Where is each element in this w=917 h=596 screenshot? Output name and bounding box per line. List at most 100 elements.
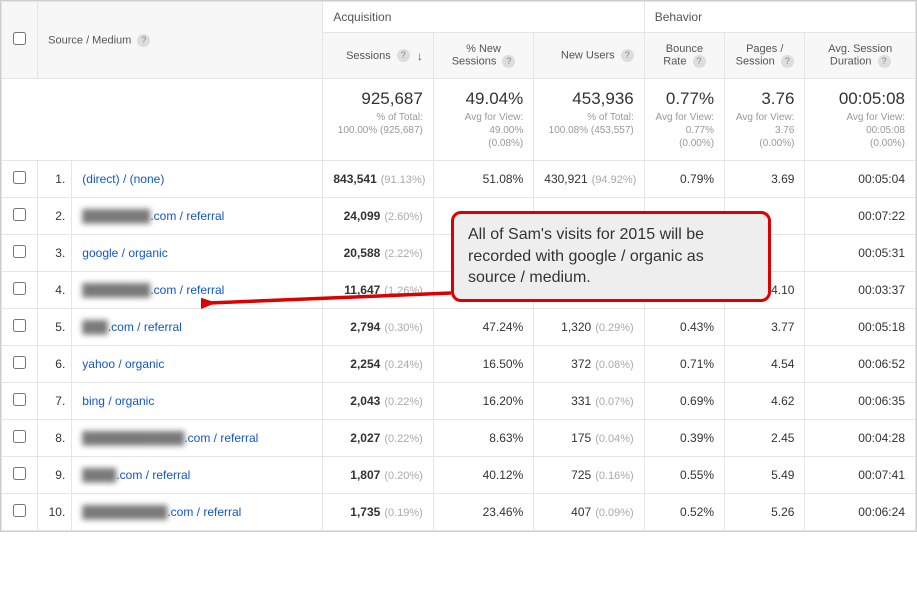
source-medium-link[interactable]: ████.com / referral [72,457,323,494]
table-row: 8.████████████.com / referral2,027(0.22%… [2,420,916,457]
row-select-cell [2,457,38,494]
row-select-cell [2,346,38,383]
pages-cell: 3.69 [725,161,805,198]
row-checkbox[interactable] [13,208,26,221]
source-medium-link[interactable]: (direct) / (none) [72,161,323,198]
source-medium-link[interactable]: ██████████.com / referral [72,494,323,531]
annotation-arrow-icon [201,289,461,319]
sort-desc-icon: ↓ [417,49,423,63]
table-row: 9.████.com / referral1,807(0.20%)40.12%7… [2,457,916,494]
row-number: 7. [38,383,72,420]
pct-new-cell: 16.20% [433,383,533,420]
bounce-cell: 0.55% [644,457,724,494]
duration-cell: 00:07:22 [805,198,916,235]
help-icon[interactable]: ? [397,49,410,62]
help-icon[interactable]: ? [693,55,706,68]
col-pages-session[interactable]: Pages / Session ? [725,33,805,79]
row-number: 3. [38,235,72,272]
row-select-cell [2,420,38,457]
sessions-cell: 1,735(0.19%) [323,494,433,531]
row-select-cell [2,235,38,272]
row-checkbox[interactable] [13,467,26,480]
source-medium-link[interactable]: ████████.com / referral [72,198,323,235]
summary-duration: 00:05:08Avg for View:00:05:08(0.00%) [805,79,916,161]
pct-new-cell: 23.46% [433,494,533,531]
col-bounce-rate[interactable]: Bounce Rate ? [644,33,724,79]
col-label: Source / Medium [48,34,131,46]
table-row: 10.██████████.com / referral1,735(0.19%)… [2,494,916,531]
row-number: 1. [38,161,72,198]
bounce-cell: 0.71% [644,346,724,383]
source-medium-link[interactable]: ████████████.com / referral [72,420,323,457]
row-select-cell [2,309,38,346]
pages-cell: 2.45 [725,420,805,457]
duration-cell: 00:05:31 [805,235,916,272]
bounce-cell: 0.43% [644,309,724,346]
new-users-cell: 175(0.04%) [534,420,644,457]
summary-pages: 3.76Avg for View:3.76(0.00%) [725,79,805,161]
summary-pct-new: 49.04%Avg for View:49.00%(0.08%) [433,79,533,161]
help-icon[interactable]: ? [137,34,150,47]
source-medium-link[interactable]: yahoo / organic [72,346,323,383]
sessions-cell: 2,043(0.22%) [323,383,433,420]
table-row: 6.yahoo / organic2,254(0.24%)16.50%372(0… [2,346,916,383]
help-icon[interactable]: ? [621,49,634,62]
help-icon[interactable]: ? [781,55,794,68]
group-behavior: Behavior [644,2,915,33]
annotation-callout: All of Sam's visits for 2015 will be rec… [451,211,771,302]
pages-cell: 4.62 [725,383,805,420]
bounce-cell: 0.52% [644,494,724,531]
summary-bounce: 0.77%Avg for View:0.77%(0.00%) [644,79,724,161]
row-select-cell [2,272,38,309]
row-checkbox[interactable] [13,504,26,517]
summary-sessions: 925,687% of Total:100.00% (925,687) [323,79,433,161]
new-users-cell: 430,921(94.92%) [534,161,644,198]
duration-cell: 00:07:41 [805,457,916,494]
source-medium-link[interactable]: google / organic [72,235,323,272]
row-checkbox[interactable] [13,319,26,332]
row-select-cell [2,494,38,531]
duration-cell: 00:06:52 [805,346,916,383]
duration-cell: 00:03:37 [805,272,916,309]
group-acquisition: Acquisition [323,2,644,33]
summary-row: 925,687% of Total:100.00% (925,687) 49.0… [2,79,916,161]
help-icon[interactable]: ? [878,55,891,68]
row-select-cell [2,198,38,235]
row-checkbox[interactable] [13,282,26,295]
row-number: 10. [38,494,72,531]
new-users-cell: 725(0.16%) [534,457,644,494]
sessions-cell: 24,099(2.60%) [323,198,433,235]
select-all-checkbox[interactable] [13,32,26,45]
col-sessions[interactable]: Sessions ? ↓ [323,33,433,79]
duration-cell: 00:06:24 [805,494,916,531]
col-new-users[interactable]: New Users ? [534,33,644,79]
row-select-cell [2,161,38,198]
table-row: 7.bing / organic2,043(0.22%)16.20%331(0.… [2,383,916,420]
pct-new-cell: 40.12% [433,457,533,494]
row-checkbox[interactable] [13,393,26,406]
sessions-cell: 1,807(0.20%) [323,457,433,494]
row-checkbox[interactable] [13,171,26,184]
sessions-cell: 2,027(0.22%) [323,420,433,457]
row-number: 2. [38,198,72,235]
row-number: 9. [38,457,72,494]
bounce-cell: 0.69% [644,383,724,420]
row-number: 6. [38,346,72,383]
col-avg-duration[interactable]: Avg. Session Duration ? [805,33,916,79]
bounce-cell: 0.79% [644,161,724,198]
duration-cell: 00:04:28 [805,420,916,457]
row-checkbox[interactable] [13,430,26,443]
row-select-cell [2,383,38,420]
new-users-cell: 331(0.07%) [534,383,644,420]
duration-cell: 00:05:04 [805,161,916,198]
col-source-medium[interactable]: Source / Medium ? [38,2,323,79]
pct-new-cell: 16.50% [433,346,533,383]
source-medium-link[interactable]: bing / organic [72,383,323,420]
new-users-cell: 1,320(0.29%) [534,309,644,346]
sessions-cell: 20,588(2.22%) [323,235,433,272]
row-checkbox[interactable] [13,245,26,258]
sessions-cell: 2,254(0.24%) [323,346,433,383]
row-checkbox[interactable] [13,356,26,369]
col-pct-new-sessions[interactable]: % New Sessions ? [433,33,533,79]
help-icon[interactable]: ? [502,55,515,68]
